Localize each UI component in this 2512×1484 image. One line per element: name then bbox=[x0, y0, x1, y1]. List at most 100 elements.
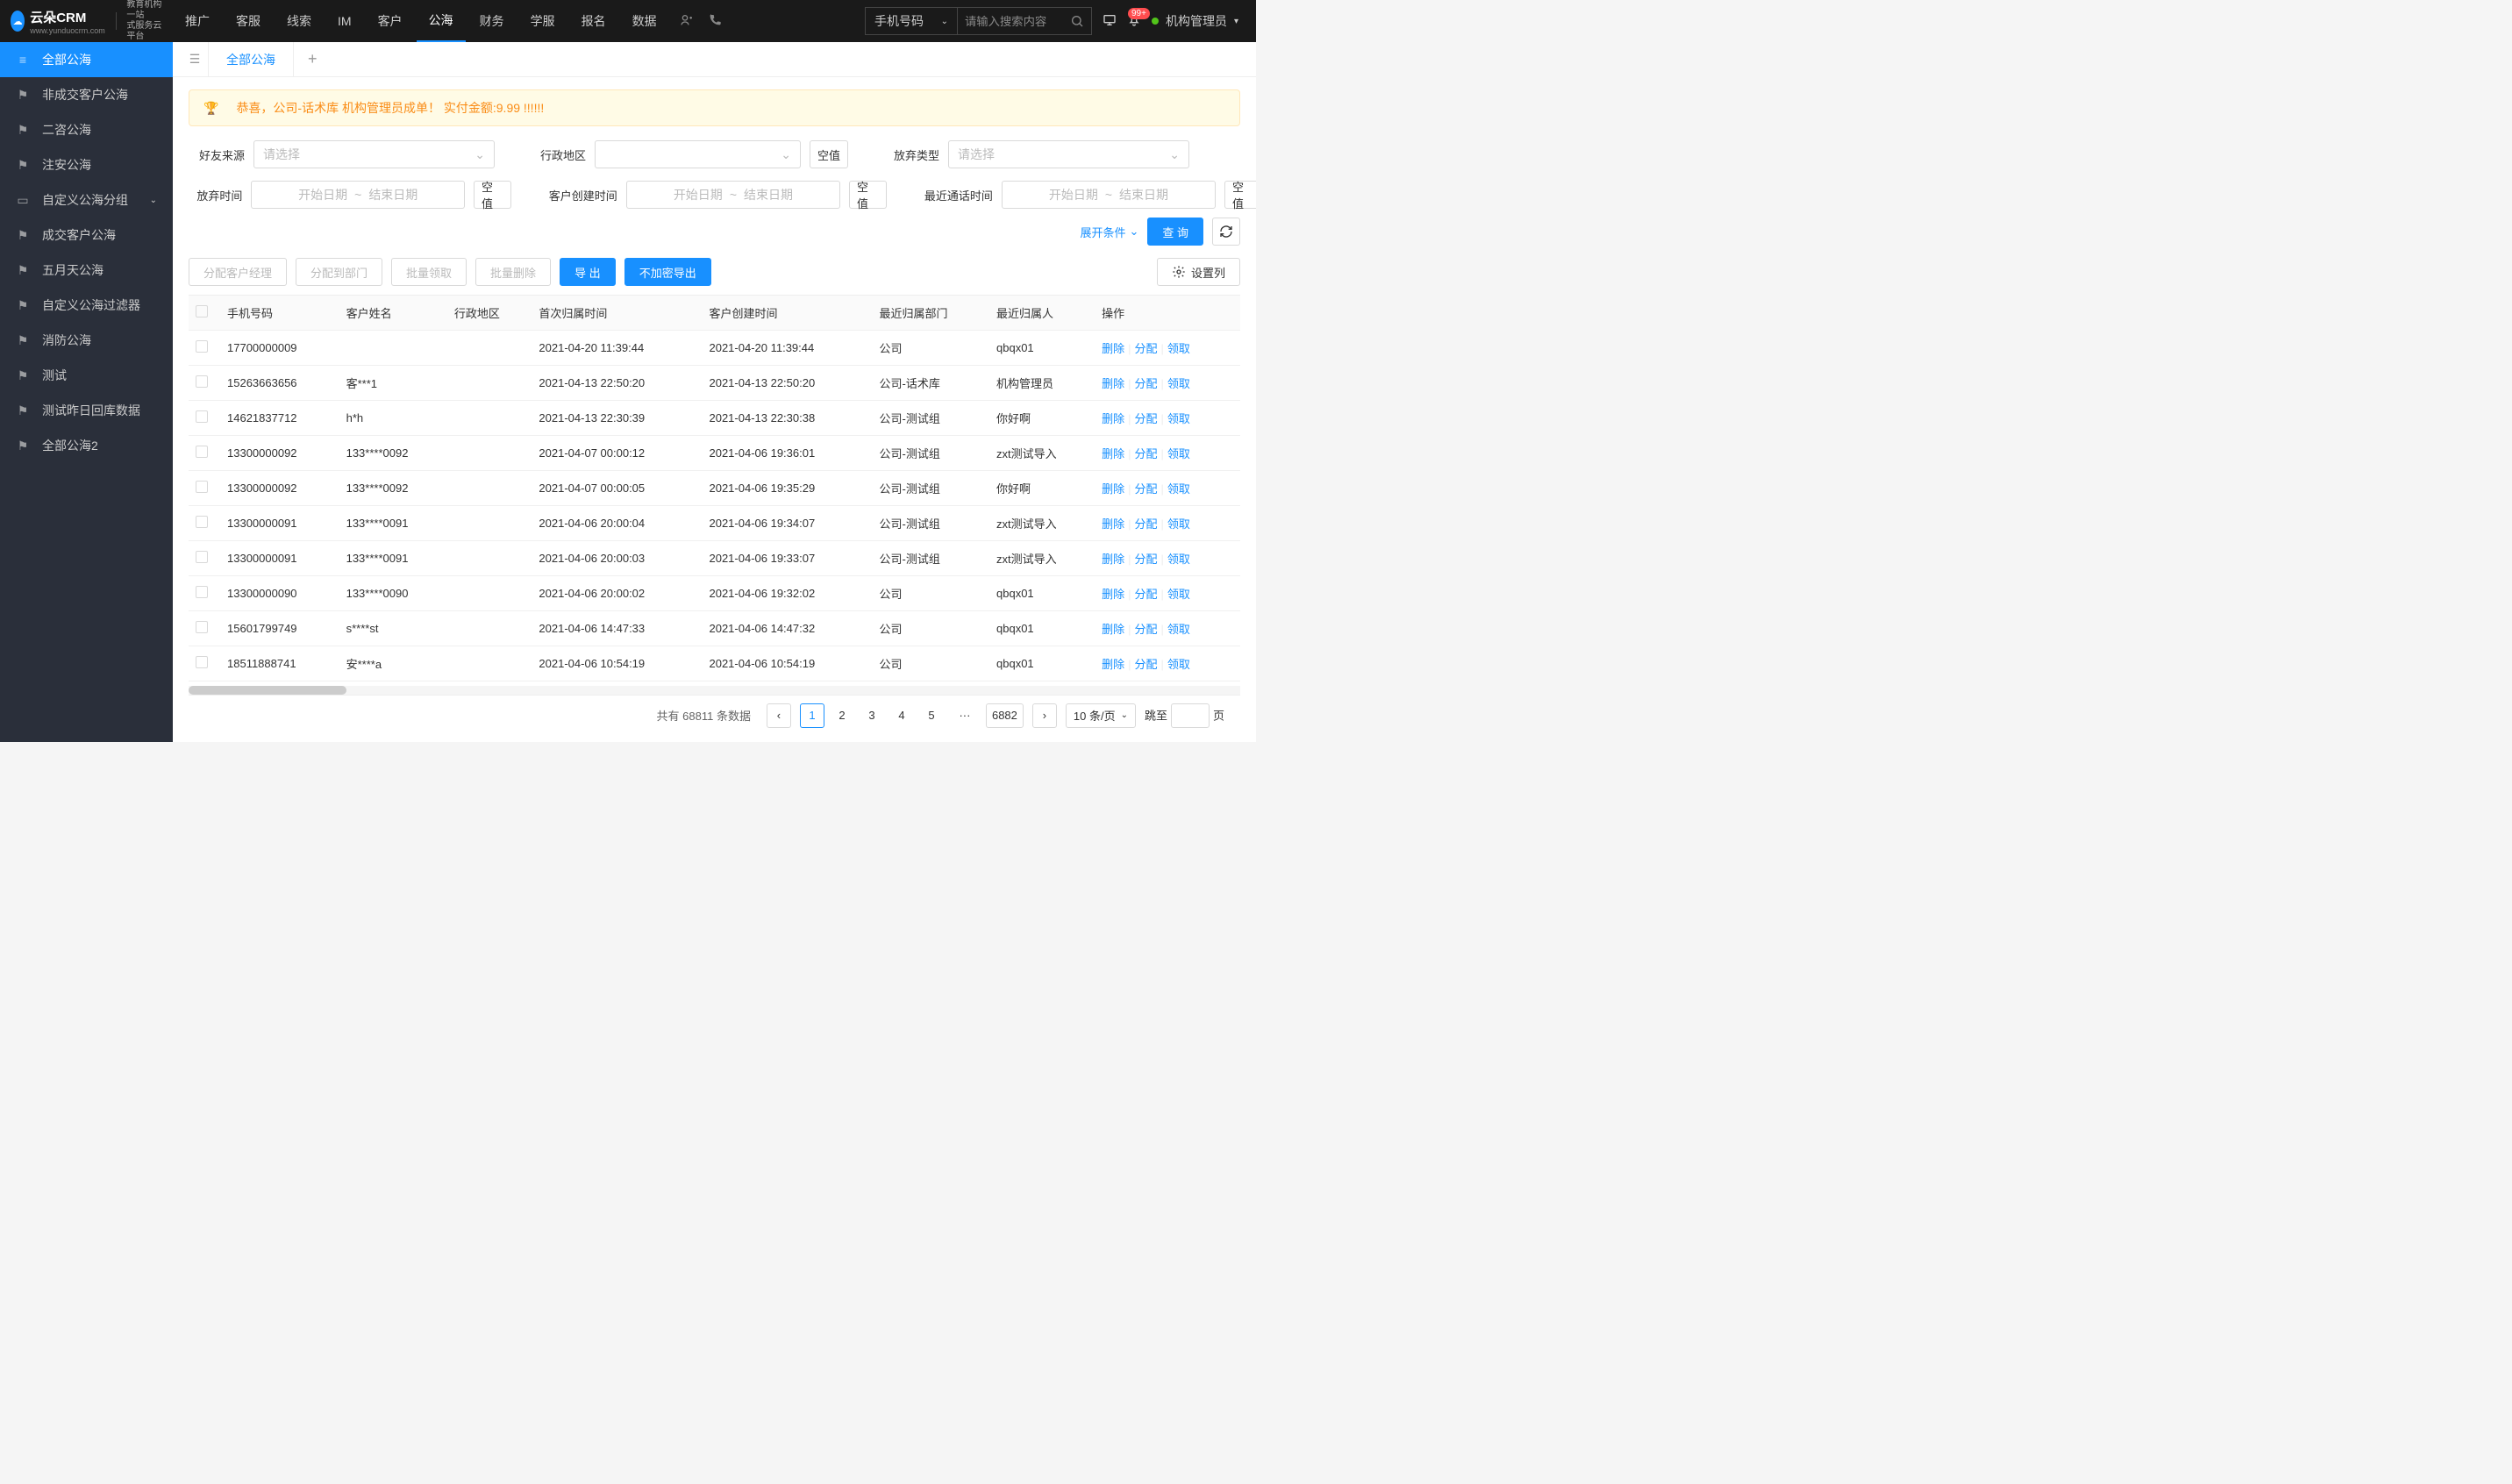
top-nav-item[interactable]: 客服 bbox=[224, 0, 273, 42]
checkbox[interactable] bbox=[196, 340, 208, 353]
page-jump-input[interactable] bbox=[1171, 703, 1210, 728]
action-delete[interactable]: 删除 bbox=[1102, 517, 1124, 531]
action-assign[interactable]: 分配 bbox=[1135, 447, 1158, 460]
checkbox[interactable] bbox=[196, 446, 208, 458]
bell-icon[interactable]: 99+ bbox=[1127, 13, 1141, 30]
set-columns-button[interactable]: 设置列 bbox=[1157, 258, 1240, 286]
sidebar-item[interactable]: ⚑注安公海 bbox=[0, 147, 173, 182]
page-size-select[interactable]: 10 条/页⌄ bbox=[1066, 703, 1136, 728]
sidebar-item[interactable]: ⚑五月天公海 bbox=[0, 253, 173, 288]
checkbox[interactable] bbox=[196, 516, 208, 528]
filter-region-empty[interactable]: 空值 bbox=[810, 140, 848, 168]
action-assign[interactable]: 分配 bbox=[1135, 553, 1158, 566]
action-assign[interactable]: 分配 bbox=[1135, 482, 1158, 496]
action-claim[interactable]: 领取 bbox=[1167, 623, 1190, 636]
action-claim[interactable]: 领取 bbox=[1167, 588, 1190, 601]
filter-source-select[interactable]: 请选择⌄ bbox=[253, 140, 495, 168]
action-delete[interactable]: 删除 bbox=[1102, 658, 1124, 671]
search-button[interactable] bbox=[1063, 7, 1091, 35]
query-button[interactable]: 查 询 bbox=[1147, 218, 1203, 246]
page-number[interactable]: 1 bbox=[800, 703, 824, 728]
top-nav-item[interactable]: 公海 bbox=[417, 0, 466, 42]
search-input[interactable] bbox=[958, 8, 1063, 34]
action-assign[interactable]: 分配 bbox=[1135, 377, 1158, 390]
monitor-icon[interactable] bbox=[1103, 13, 1117, 30]
sidebar-item[interactable]: ⚑成交客户公海 bbox=[0, 218, 173, 253]
page-number[interactable]: 3 bbox=[860, 703, 884, 728]
checkbox[interactable] bbox=[196, 551, 208, 563]
action-claim[interactable]: 领取 bbox=[1167, 553, 1190, 566]
batch-delete-button[interactable]: 批量删除 bbox=[475, 258, 551, 286]
page-next-button[interactable]: › bbox=[1032, 703, 1057, 728]
checkbox[interactable] bbox=[196, 410, 208, 423]
export-button[interactable]: 导 出 bbox=[560, 258, 616, 286]
action-delete[interactable]: 删除 bbox=[1102, 377, 1124, 390]
expand-filters-link[interactable]: 展开条件⌄ bbox=[1080, 224, 1138, 240]
sidebar-item[interactable]: ⚑二咨公海 bbox=[0, 112, 173, 147]
action-assign[interactable]: 分配 bbox=[1135, 623, 1158, 636]
sidebar-item[interactable]: ⚑消防公海 bbox=[0, 323, 173, 358]
user-add-icon[interactable] bbox=[680, 13, 694, 30]
refresh-button[interactable] bbox=[1212, 218, 1240, 246]
checkbox-all[interactable] bbox=[196, 305, 208, 317]
checkbox[interactable] bbox=[196, 656, 208, 668]
action-claim[interactable]: 领取 bbox=[1167, 517, 1190, 531]
action-delete[interactable]: 删除 bbox=[1102, 342, 1124, 355]
action-claim[interactable]: 领取 bbox=[1167, 482, 1190, 496]
checkbox[interactable] bbox=[196, 481, 208, 493]
top-nav-item[interactable]: 数据 bbox=[620, 0, 669, 42]
action-assign[interactable]: 分配 bbox=[1135, 412, 1158, 425]
sidebar-item[interactable]: ⚑全部公海2 bbox=[0, 428, 173, 463]
page-last[interactable]: 6882 bbox=[986, 703, 1024, 728]
page-number[interactable]: 5 bbox=[919, 703, 944, 728]
top-nav-item[interactable]: 线索 bbox=[275, 0, 324, 42]
phone-icon[interactable] bbox=[708, 13, 722, 30]
page-number[interactable]: 4 bbox=[889, 703, 914, 728]
action-claim[interactable]: 领取 bbox=[1167, 412, 1190, 425]
checkbox[interactable] bbox=[196, 586, 208, 598]
action-claim[interactable]: 领取 bbox=[1167, 377, 1190, 390]
tab-add-button[interactable]: + bbox=[294, 50, 332, 68]
tab-all-sea[interactable]: 全部公海 bbox=[208, 42, 294, 77]
sidebar-item[interactable]: ⚑非成交客户公海 bbox=[0, 77, 173, 112]
sidebar-item[interactable]: ≡全部公海 bbox=[0, 42, 173, 77]
page-prev-button[interactable]: ‹ bbox=[767, 703, 791, 728]
action-assign[interactable]: 分配 bbox=[1135, 517, 1158, 531]
action-delete[interactable]: 删除 bbox=[1102, 412, 1124, 425]
filter-region-select[interactable]: ⌄ bbox=[595, 140, 801, 168]
sidebar-item[interactable]: ⚑测试 bbox=[0, 358, 173, 393]
top-nav-item[interactable]: 学服 bbox=[518, 0, 567, 42]
sidebar-item[interactable]: ▭自定义公海分组⌄ bbox=[0, 182, 173, 218]
top-nav-item[interactable]: 报名 bbox=[569, 0, 618, 42]
action-claim[interactable]: 领取 bbox=[1167, 447, 1190, 460]
action-assign[interactable]: 分配 bbox=[1135, 658, 1158, 671]
action-delete[interactable]: 删除 bbox=[1102, 447, 1124, 460]
top-nav-item[interactable]: IM bbox=[325, 0, 364, 42]
assign-dept-button[interactable]: 分配到部门 bbox=[296, 258, 382, 286]
top-nav-item[interactable]: 客户 bbox=[366, 0, 415, 42]
sidebar-item[interactable]: ⚑测试昨日回库数据 bbox=[0, 393, 173, 428]
action-delete[interactable]: 删除 bbox=[1102, 482, 1124, 496]
filter-abandon-time-range[interactable]: 开始日期~结束日期 bbox=[251, 181, 465, 209]
search-type-select[interactable]: 手机号码⌄ bbox=[866, 8, 958, 34]
filter-abandon-time-empty[interactable]: 空值 bbox=[474, 181, 511, 209]
checkbox[interactable] bbox=[196, 621, 208, 633]
filter-abandon-type-select[interactable]: 请选择⌄ bbox=[948, 140, 1189, 168]
user-menu[interactable]: 机构管理员 ▾ bbox=[1152, 12, 1238, 30]
assign-manager-button[interactable]: 分配客户经理 bbox=[189, 258, 287, 286]
horizontal-scrollbar[interactable] bbox=[189, 686, 1240, 695]
action-delete[interactable]: 删除 bbox=[1102, 588, 1124, 601]
action-delete[interactable]: 删除 bbox=[1102, 623, 1124, 636]
action-delete[interactable]: 删除 bbox=[1102, 553, 1124, 566]
filter-create-time-empty[interactable]: 空值 bbox=[849, 181, 887, 209]
top-nav-item[interactable]: 财务 bbox=[467, 0, 517, 42]
tabs-menu-icon[interactable]: ☰ bbox=[182, 52, 208, 67]
action-claim[interactable]: 领取 bbox=[1167, 342, 1190, 355]
action-assign[interactable]: 分配 bbox=[1135, 588, 1158, 601]
batch-claim-button[interactable]: 批量领取 bbox=[391, 258, 467, 286]
page-number[interactable]: 2 bbox=[830, 703, 854, 728]
filter-call-time-range[interactable]: 开始日期~结束日期 bbox=[1002, 181, 1216, 209]
checkbox[interactable] bbox=[196, 375, 208, 388]
filter-create-time-range[interactable]: 开始日期~结束日期 bbox=[626, 181, 840, 209]
sidebar-item[interactable]: ⚑自定义公海过滤器 bbox=[0, 288, 173, 323]
